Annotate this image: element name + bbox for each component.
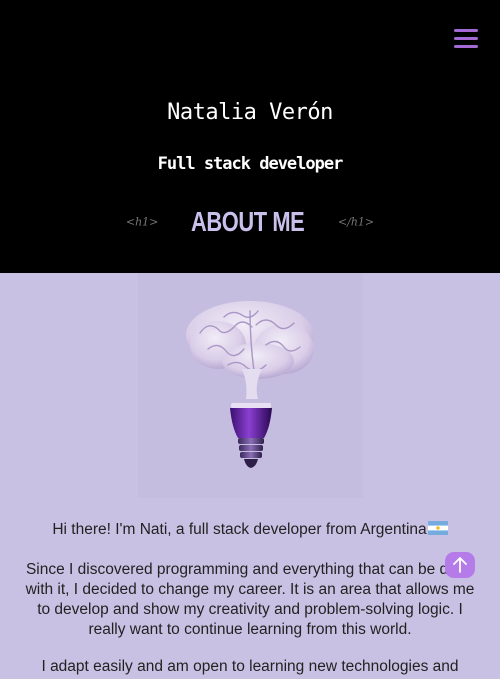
arrow-up-icon (453, 557, 467, 573)
role-subtitle: Full stack developer (157, 154, 344, 174)
about-paragraph-3: I adapt easily and am open to learning n… (41, 658, 459, 675)
scroll-to-top-button[interactable] (445, 552, 475, 578)
header: Natalia Verón Full stack developer <h1> … (0, 0, 500, 273)
brain-lightbulb-illustration (138, 273, 363, 498)
site-name: Natalia Verón (167, 100, 333, 125)
heading-tag-open: <h1> (125, 215, 159, 229)
about-paragraph-2: Since I discovered programming and every… (25, 561, 475, 638)
section-heading: <h1> ABOUT ME </h1> (0, 206, 500, 238)
hamburger-menu-icon[interactable] (454, 27, 478, 49)
heading-tag-close: </h1> (337, 215, 375, 229)
section-title: ABOUT ME (191, 206, 305, 237)
argentina-flag-icon (427, 521, 448, 535)
intro-paragraph: Hi there! I'm Nati, a full stack develop… (20, 520, 480, 540)
intro-text: Hi there! I'm Nati, a full stack develop… (52, 521, 427, 538)
